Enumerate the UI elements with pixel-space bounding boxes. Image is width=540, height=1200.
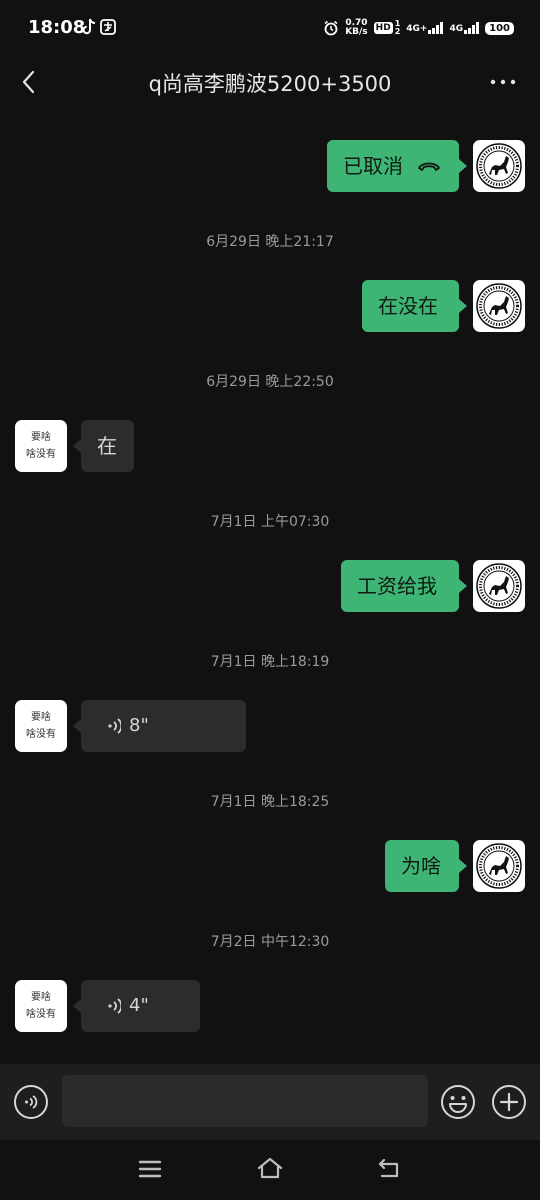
- message-text: 为啥: [401, 854, 441, 878]
- horse-seal-icon: [476, 843, 522, 889]
- plus-icon[interactable]: [491, 1084, 527, 1120]
- alarm-icon: [324, 20, 338, 36]
- message-bubble-call[interactable]: 已取消: [327, 140, 467, 192]
- net-speed-unit: KB/s: [345, 27, 368, 37]
- contact-avatar[interactable]: 要啥 啥没有: [15, 700, 67, 752]
- timestamp: 6月29日 晚上22:50: [206, 374, 334, 390]
- self-avatar[interactable]: [473, 840, 525, 892]
- voice-wave-icon: [108, 718, 121, 734]
- voice-input-icon[interactable]: [13, 1084, 49, 1120]
- hd-icon: HD: [373, 22, 393, 34]
- system-nav-bar: [0, 1140, 540, 1200]
- status-time: 18:08: [28, 17, 86, 38]
- avatar-text: 要啥 啥没有: [15, 429, 67, 463]
- avatar-line1: 要啥: [31, 432, 51, 443]
- message-text: 在没在: [378, 294, 438, 318]
- status-bar: 18:08 0.70 KB/s HD 1 2 4G+ 4G 100: [0, 0, 540, 56]
- back-arrow-icon[interactable]: [18, 68, 42, 96]
- signal1-label: 4G+: [406, 24, 428, 34]
- message-text: 在: [97, 434, 117, 458]
- battery-icon: 100: [485, 21, 514, 35]
- app-icon: [100, 19, 116, 35]
- timestamp: 7月1日 晚上18:25: [210, 794, 330, 810]
- tiktok-icon: [82, 18, 96, 35]
- phone-hangup-icon: [418, 162, 440, 171]
- voice-wave-icon: [108, 998, 121, 1014]
- self-avatar[interactable]: [473, 280, 525, 332]
- voice-message-bubble[interactable]: 4": [73, 980, 200, 1032]
- avatar-line1: 要啥: [31, 712, 51, 723]
- hd-sim-indicator: 1 2: [395, 20, 401, 36]
- input-bar: [0, 1064, 540, 1140]
- horse-seal-icon: [476, 563, 522, 609]
- contact-avatar[interactable]: 要啥 啥没有: [15, 980, 67, 1032]
- net-speed: 0.70 KB/s: [345, 19, 367, 37]
- avatar-line2: 啥没有: [26, 449, 56, 460]
- horse-seal-icon: [476, 283, 522, 329]
- menu-icon[interactable]: [138, 1158, 162, 1180]
- horse-seal-icon: [476, 143, 522, 189]
- timestamp: 6月29日 晚上21:17: [206, 234, 334, 250]
- signal-icon-2: 4G: [449, 22, 480, 34]
- message-text: 工资给我: [357, 574, 437, 598]
- avatar-text: 要啥 啥没有: [15, 989, 67, 1023]
- voice-duration: 4": [129, 995, 149, 1016]
- contact-avatar[interactable]: 要啥 啥没有: [15, 420, 67, 472]
- timestamp: 7月1日 上午07:30: [210, 514, 330, 530]
- hd-label: HD: [375, 23, 391, 33]
- self-avatar[interactable]: [473, 560, 525, 612]
- back-icon[interactable]: [376, 1156, 402, 1180]
- signal-icon: 4G+: [406, 22, 444, 34]
- page-title: q尚高李鹏波5200+3500: [148, 72, 392, 96]
- hd-sim-2: 2: [394, 27, 401, 36]
- home-icon[interactable]: [256, 1156, 284, 1180]
- more-dots-icon[interactable]: [488, 70, 518, 94]
- message-input[interactable]: [62, 1075, 428, 1127]
- avatar-line2: 啥没有: [26, 729, 56, 740]
- avatar-text: 要啥 啥没有: [15, 709, 67, 743]
- avatar-line1: 要啥: [31, 992, 51, 1003]
- chat-header: q尚高李鹏波5200+3500: [0, 56, 540, 108]
- signal2-label: 4G: [449, 24, 464, 34]
- call-status-text: 已取消: [343, 154, 403, 178]
- message-bubble-out[interactable]: 在没在: [362, 280, 467, 332]
- voice-message-bubble[interactable]: 8": [73, 700, 246, 752]
- message-bubble-in[interactable]: 在: [73, 420, 134, 472]
- timestamp: 7月1日 晚上18:19: [210, 654, 330, 670]
- avatar-line2: 啥没有: [26, 1009, 56, 1020]
- message-bubble-out[interactable]: 为啥: [385, 840, 467, 892]
- voice-duration: 8": [129, 715, 149, 736]
- timestamp: 7月2日 中午12:30: [210, 934, 330, 950]
- status-icons: 0.70 KB/s HD 1 2 4G+ 4G 100: [323, 16, 514, 40]
- emoji-icon[interactable]: [440, 1084, 476, 1120]
- message-bubble-out[interactable]: 工资给我: [341, 560, 467, 612]
- self-avatar[interactable]: [473, 140, 525, 192]
